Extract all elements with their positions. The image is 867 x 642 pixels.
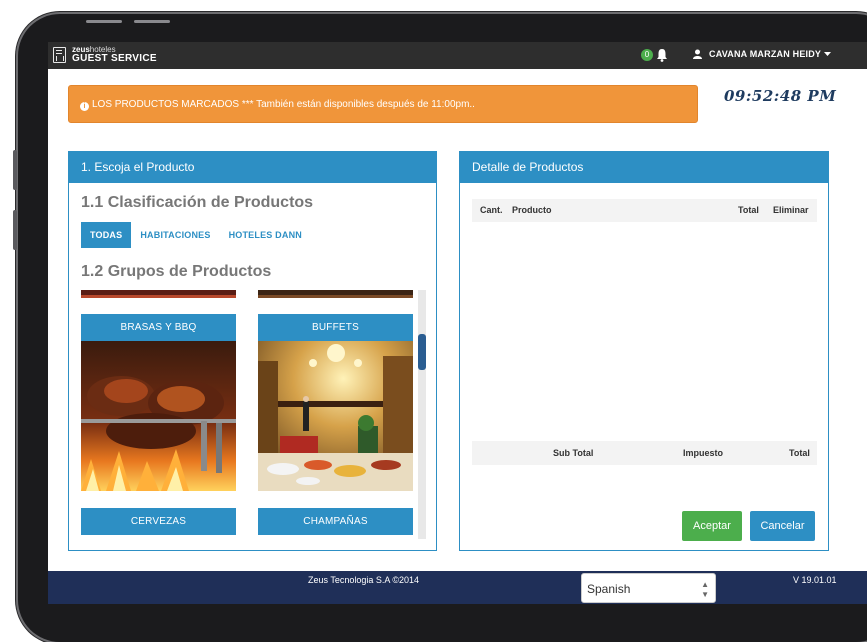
footer: Zeus Tecnologia S.A ©2014 Spanish ▲ ▼ V 1… — [48, 571, 867, 604]
col-total: Total — [738, 205, 759, 215]
notifications[interactable]: 0 — [641, 48, 668, 62]
top-navbar: zeushoteles GUEST SERVICE 0 CAVANA MARZA… — [48, 42, 867, 69]
summary-total: Total — [789, 448, 810, 458]
group-card-brasas[interactable]: BRASAS Y BBQ — [81, 314, 236, 496]
panel-title: Detalle de Productos — [460, 152, 828, 183]
buffet-room-image — [258, 341, 413, 491]
language-select[interactable]: Spanish ▲ ▼ — [581, 573, 716, 603]
brand-logo[interactable]: zeushoteles GUEST SERVICE — [53, 46, 157, 64]
user-icon — [693, 49, 702, 59]
cropped-group-image — [258, 290, 413, 298]
side-button — [13, 210, 17, 250]
filter-habitaciones[interactable]: HABITACIONES — [131, 222, 219, 248]
scrollbar-thumb[interactable] — [418, 334, 426, 370]
user-menu[interactable]: CAVANA MARZAN HEIDY — [693, 49, 832, 59]
filter-hoteles-dann[interactable]: HOTELES DANN — [220, 222, 311, 248]
filter-todas[interactable]: TODAS — [81, 222, 132, 248]
top-button — [86, 20, 122, 23]
group-card-title: CHAMPAÑAS — [258, 508, 413, 535]
col-cantidad: Cant. — [480, 205, 503, 215]
group-card-cervezas[interactable]: CERVEZAS — [81, 508, 236, 535]
summary-subtotal: Sub Total — [553, 448, 594, 458]
product-selection-panel: 1. Escoja el Producto 1.1 Clasificación … — [68, 151, 437, 551]
language-value: Spanish — [587, 582, 631, 596]
classification-heading: 1.1 Clasificación de Productos — [81, 194, 314, 211]
group-card-champanas[interactable]: CHAMPAÑAS — [258, 508, 413, 535]
alert-text: LOS PRODUCTOS MARCADOS *** También están… — [92, 99, 475, 110]
product-groups-grid: BRASAS Y BBQ BUFFETS CERVEZAS CHAMPAÑAS — [81, 290, 426, 539]
group-card-title: BRASAS Y BBQ — [81, 314, 236, 341]
side-button — [13, 150, 17, 190]
brand-subtitle: GUEST SERVICE — [72, 53, 157, 64]
clock: 09:52:48 PM — [724, 87, 837, 105]
top-button — [134, 20, 170, 23]
hotel-building-icon — [53, 47, 66, 63]
user-name: CAVANA MARZAN HEIDY — [709, 49, 822, 59]
cropped-group-image — [81, 290, 236, 298]
bbq-grill-image — [81, 341, 236, 491]
copyright: Zeus Tecnologia S.A ©2014 — [308, 575, 420, 585]
group-card-title: BUFFETS — [258, 314, 413, 341]
group-card-buffets[interactable]: BUFFETS — [258, 314, 413, 496]
group-card-title: CERVEZAS — [81, 508, 236, 535]
col-producto: Producto — [512, 205, 552, 215]
version: V 19.01.01 — [793, 575, 837, 585]
select-arrows-icon: ▲ ▼ — [701, 580, 709, 599]
summary-impuesto: Impuesto — [683, 448, 724, 458]
info-alert: i LOS PRODUCTOS MARCADOS *** También está… — [68, 85, 698, 123]
bell-icon — [657, 49, 667, 62]
cancel-button[interactable]: Cancelar — [750, 511, 815, 541]
product-detail-panel: Detalle de Productos Cant. Producto Tota… — [459, 151, 829, 551]
panel-title: 1. Escoja el Producto — [69, 152, 436, 183]
groups-heading: 1.2 Grupos de Productos — [81, 263, 272, 280]
groups-scrollbar[interactable] — [418, 290, 426, 539]
app-screen: zeushoteles GUEST SERVICE 0 CAVANA MARZA… — [48, 42, 867, 604]
caret-down-icon — [824, 51, 832, 56]
classification-filters: TODAS HABITACIONES HOTELES DANN — [81, 222, 311, 248]
info-icon: i — [80, 102, 89, 111]
detail-table-header: Cant. Producto Total Eliminar — [472, 199, 817, 222]
notification-count-badge: 0 — [641, 49, 653, 61]
summary-header: Sub Total Impuesto Total — [472, 441, 817, 465]
accept-button[interactable]: Aceptar — [682, 511, 742, 541]
col-eliminar: Eliminar — [773, 205, 809, 215]
